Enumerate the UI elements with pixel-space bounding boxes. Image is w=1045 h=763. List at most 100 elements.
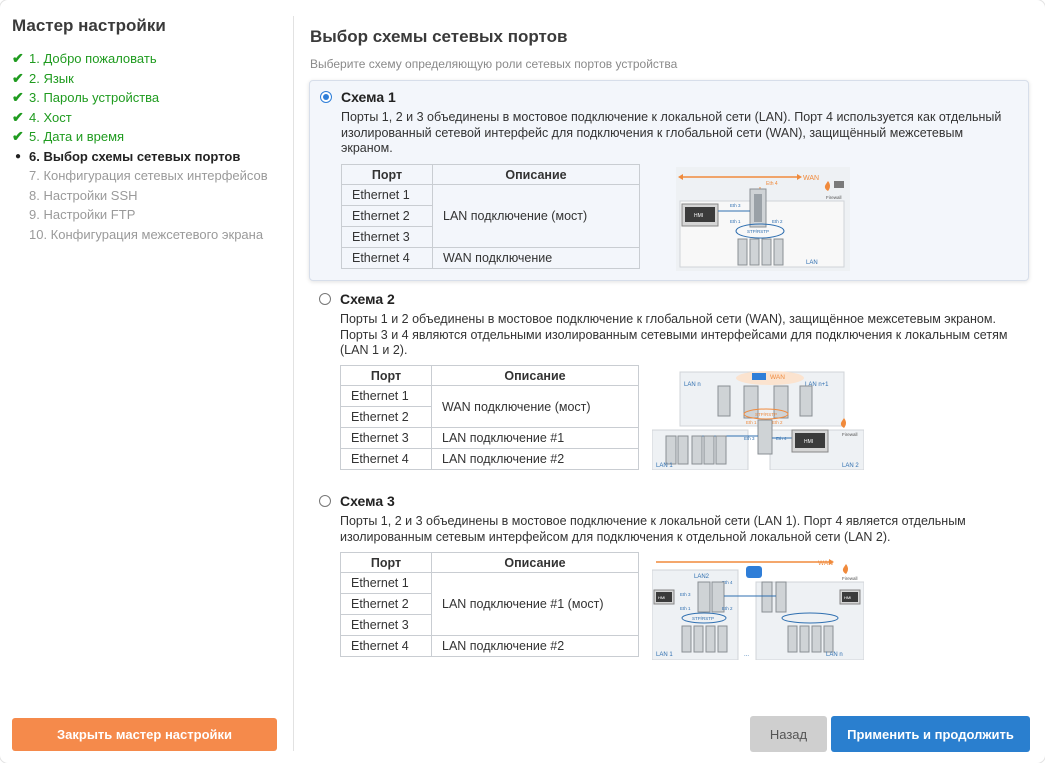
table-header-row: Порт Описание — [340, 552, 639, 573]
stp-label: STP/RSTP — [692, 616, 714, 621]
port-cell: Ethernet 2 — [340, 593, 432, 615]
step-date-time: ✔ 5. Дата и время — [12, 127, 268, 147]
description-cell: LAN подключение #1 — [431, 427, 639, 449]
scheme-3-name: Схема 3 — [340, 493, 395, 509]
step-label: 7. Конфигурация сетевых интерфейсов — [29, 168, 268, 183]
scheme-2-name: Схема 2 — [340, 291, 395, 307]
step-label: 9. Настройки FTP — [29, 207, 136, 222]
setup-wizard-dialog: Мастер настройки ✔ 1. Добро пожаловать ✔ 2… — [0, 0, 1045, 763]
eth2-label: Eth 2 — [722, 606, 733, 611]
column-description: Описание — [432, 164, 640, 185]
scheme-2-diagram: WAN LAN n LAN n+1 STP/RSTP Eth 1 Eth 2 E… — [652, 368, 864, 470]
wan-label: WAN — [803, 175, 819, 182]
check-icon: ✔ — [12, 128, 24, 144]
description-cell: LAN подключение #2 — [431, 448, 639, 470]
wan-label: WAN — [770, 374, 785, 381]
wan-label: WAN — [818, 560, 833, 567]
scheme-1-name: Схема 1 — [341, 89, 396, 105]
close-wizard-button[interactable]: Закрыть мастер настройки — [12, 718, 277, 751]
step-label: 5. Дата и время — [29, 129, 125, 144]
scheme-3-diagram: WAN Firewall LAN2 Eth 4 HMI HMI Eth 3 Et… — [652, 556, 864, 660]
step-port-scheme: ● 6. Выбор схемы сетевых портов — [12, 147, 268, 167]
scheme-2-card[interactable]: Схема 2 Порты 1 и 2 объединены в мостово… — [309, 283, 1029, 475]
bullet-icon: ● — [15, 150, 22, 162]
hmi-label: HMI — [844, 595, 851, 600]
ellipsis-label: ... — [744, 652, 749, 658]
port-cell: Ethernet 4 — [340, 448, 432, 470]
eth1-label: Eth 1 — [730, 219, 741, 224]
scheme-1-radio[interactable] — [320, 91, 332, 103]
step-host: ✔ 4. Хост — [12, 108, 268, 128]
eth1-label: Eth 1 — [746, 420, 757, 425]
step-ssh: 8. Настройки SSH — [12, 186, 268, 206]
step-network-interfaces: 7. Конфигурация сетевых интерфейсов — [12, 166, 268, 186]
step-label: 2. Язык — [29, 70, 74, 86]
back-button[interactable]: Назад — [750, 716, 827, 752]
check-icon: ✔ — [12, 69, 24, 86]
hmi-label: HMI — [658, 595, 665, 600]
description-cell: LAN подключение #2 — [431, 635, 639, 657]
table-row: Ethernet 1 WAN подключение (мост) — [340, 385, 639, 428]
step-device-password: ✔ 3. Пароль устройства — [12, 88, 268, 108]
scheme-3-description: Порты 1, 2 и 3 объединены в мостовое под… — [340, 514, 966, 544]
table-row: Ethernet 4 WAN подключение — [341, 247, 640, 269]
hmi-label: HMI — [694, 213, 703, 219]
eth3-label: Eth 3 — [730, 203, 741, 208]
cloud-router-icon — [752, 373, 766, 380]
step-label: 10. Конфигурация межсетевого экрана — [29, 226, 264, 242]
table-header-row: Порт Описание — [341, 164, 640, 185]
step-label: 1. Добро пожаловать — [29, 51, 157, 66]
port-cell: Ethernet 1 — [340, 572, 432, 594]
scheme-1-card[interactable]: Схема 1 Порты 1, 2 и 3 объединены в мост… — [309, 80, 1029, 281]
port-cell: Ethernet 2 — [340, 406, 432, 428]
port-cell: Ethernet 3 — [340, 614, 432, 636]
scheme-1-diagram: WAN Eth 4 Firewall HMI Eth 3 Eth 1 Eth 2… — [676, 167, 850, 271]
stp-label: STP/RSTP — [747, 229, 769, 234]
column-description: Описание — [431, 552, 639, 573]
step-label: 6. Выбор схемы сетевых портов — [29, 148, 241, 164]
step-ftp: 9. Настройки FTP — [12, 205, 268, 225]
eth2-label: Eth 2 — [772, 219, 783, 224]
step-label: 4. Хост — [29, 109, 72, 125]
scheme-3-card[interactable]: Схема 3 Порты 1, 2 и 3 объединены в мост… — [309, 485, 1029, 677]
scheme-2-port-table: Порт Описание Ethernet 1 WAN подключение … — [340, 365, 639, 470]
scheme-1-header[interactable]: Схема 1 — [320, 89, 396, 105]
scheme-1-port-table: Порт Описание Ethernet 1 LAN подключение … — [341, 164, 640, 269]
scheme-2-description: Порты 1 и 2 объединены в мостовое подклю… — [340, 312, 1008, 357]
apply-continue-button[interactable]: Применить и продолжить — [831, 716, 1030, 752]
table-header-row: Порт Описание — [340, 365, 639, 386]
scheme-3-radio[interactable] — [319, 495, 331, 507]
step-label: 8. Настройки SSH — [29, 187, 138, 203]
scheme-2-header[interactable]: Схема 2 — [319, 291, 395, 307]
step-label: 3. Пароль устройства — [29, 90, 160, 105]
table-row: Ethernet 1 LAN подключение (мост) — [341, 184, 640, 248]
firewall-label: Firewall — [826, 195, 842, 200]
scheme-2-radio[interactable] — [319, 293, 331, 305]
page-subtitle: Выберите схему определяющую роли сетевых… — [310, 57, 678, 71]
check-icon: ✔ — [12, 108, 24, 125]
port-cell: Ethernet 4 — [340, 635, 432, 657]
lan-label: LAN — [806, 260, 818, 266]
lan1-label: LAN 1 — [656, 463, 673, 469]
scheme-3-header[interactable]: Схема 3 — [319, 493, 395, 509]
description-cell: LAN подключение (мост) — [432, 184, 640, 248]
hmi-label: HMI — [804, 439, 813, 445]
wizard-steps: ✔ 1. Добро пожаловать ✔ 2. Язык ✔ 3. Пароль… — [12, 49, 268, 244]
port-cell: Ethernet 4 — [341, 247, 433, 269]
port-cell: Ethernet 3 — [340, 427, 432, 449]
description-cell: WAN подключение (мост) — [431, 385, 639, 428]
check-icon: ✔ — [12, 89, 24, 105]
sidebar-title: Мастер настройки — [12, 16, 166, 35]
check-icon: ✔ — [12, 50, 24, 66]
column-port: Порт — [340, 365, 432, 386]
eth3-label: Eth 3 — [680, 592, 691, 597]
firewall-label: Firewall — [842, 432, 858, 437]
stp-label: STP/RSTP — [755, 412, 777, 417]
lan2-label: LAN 2 — [842, 463, 859, 469]
table-row: Ethernet 4 LAN подключение #2 — [340, 448, 639, 470]
eth3-label: Eth 3 — [744, 436, 755, 441]
lan2-label: LAN2 — [694, 574, 710, 580]
scheme-1-description: Порты 1, 2 и 3 объединены в мостовое под… — [341, 110, 1002, 155]
port-cell: Ethernet 1 — [341, 184, 433, 206]
firewall-label: Firewall — [842, 576, 858, 581]
